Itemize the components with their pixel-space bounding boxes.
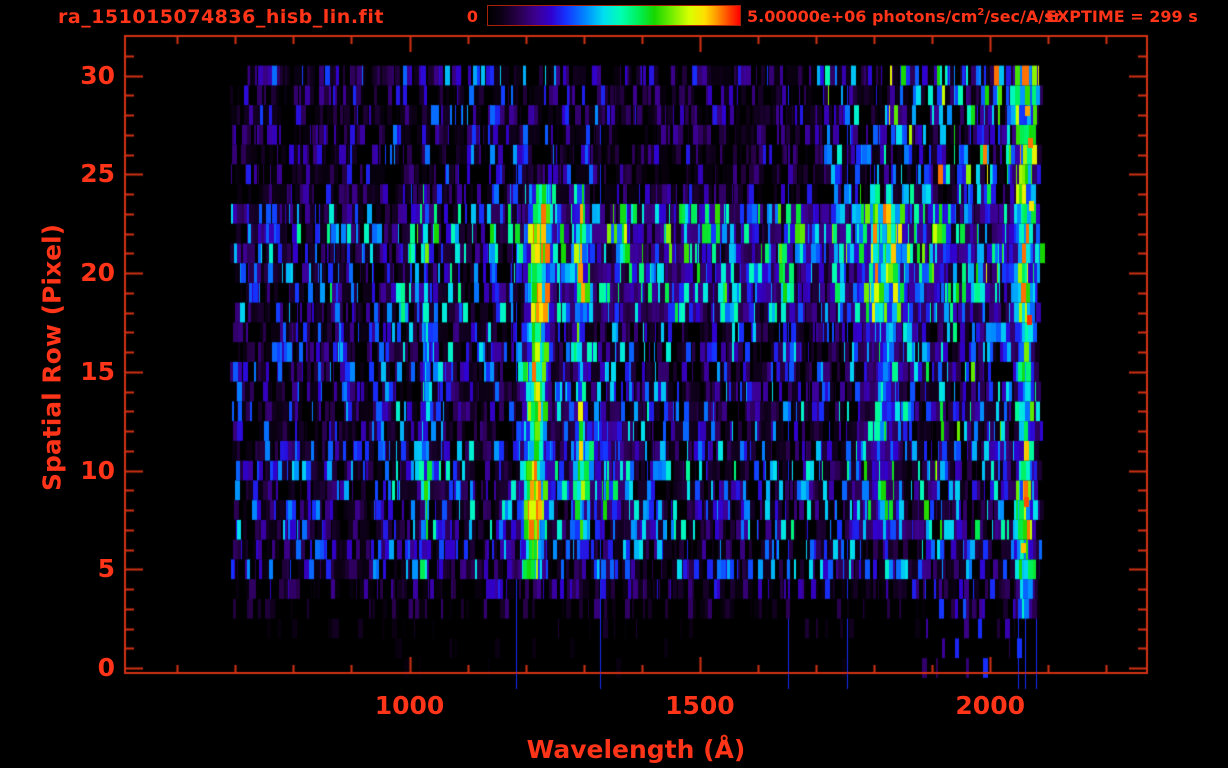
spectrogram-heatmap-canvas <box>0 0 1228 768</box>
y-tick-label: 30 <box>80 60 115 90</box>
file-title: ra_151015074836_hisb_lin.fit <box>58 6 384 28</box>
x-tick-label: 1000 <box>374 691 445 720</box>
y-tick-label: 0 <box>97 653 115 682</box>
x-tick-label: 1500 <box>665 691 735 720</box>
y-tick-label: 10 <box>80 455 115 485</box>
x-axis-label: Wavelength (Å) <box>526 735 746 764</box>
y-tick-label: 15 <box>80 356 115 386</box>
colorbar-min-label: 0 <box>466 7 478 26</box>
y-tick-label: 25 <box>80 159 115 189</box>
exptime-label: EXPTIME = 299 s <box>1046 7 1198 26</box>
colorbar-max-value-text: 5.00000e+06 photons/cm <box>747 7 978 26</box>
colorbar-gradient <box>487 5 741 26</box>
x-tick-label: 2000 <box>955 691 1025 720</box>
colorbar-cm-squared-superscript: 2 <box>977 6 985 18</box>
y-tick-label: 5 <box>97 554 115 584</box>
y-tick-label: 20 <box>80 258 115 287</box>
spectral-image-viewer: ra_151015074836_hisb_lin.fit 0 5.00000e+… <box>0 0 1228 768</box>
colorbar-max-label: 5.00000e+06 photons/cm2/sec/A/sr <box>747 7 1062 26</box>
